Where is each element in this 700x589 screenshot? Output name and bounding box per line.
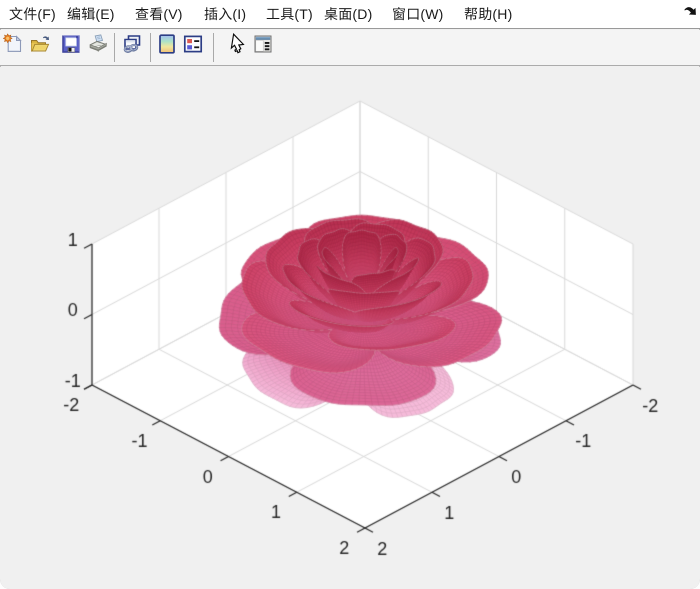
insert-legend-button[interactable] (182, 33, 204, 55)
toolbar-separator (150, 33, 151, 62)
new-figure-button[interactable] (3, 33, 25, 55)
edit-plot-button[interactable] (227, 33, 249, 55)
menu-help[interactable]: 帮助(H) (464, 0, 512, 28)
toolbar-separator (114, 33, 115, 62)
menu-window[interactable]: 窗口(W) (392, 0, 444, 28)
figure-toolbar (0, 30, 700, 66)
toolbar-separator (213, 33, 214, 62)
menu-desktop[interactable]: 桌面(D) (324, 0, 372, 28)
menu-file[interactable]: 文件(F) (9, 0, 56, 28)
link-plot-button[interactable] (121, 33, 143, 55)
matlab-figure-window: 文件(F) 编辑(E) 查看(V) 插入(I) 工具(T) 桌面(D) 窗口(W… (0, 0, 700, 589)
menu-tools[interactable]: 工具(T) (266, 0, 313, 28)
rose-3d-plot[interactable] (0, 67, 700, 589)
property-inspector-button[interactable] (252, 33, 274, 55)
edit-plot-icon (227, 33, 249, 55)
menu-insert[interactable]: 插入(I) (204, 0, 246, 28)
figure-canvas[interactable] (0, 67, 700, 589)
save-figure-icon (60, 33, 82, 55)
menu-view[interactable]: 查看(V) (135, 0, 183, 28)
open-file-icon (29, 33, 51, 55)
menu-edit[interactable]: 编辑(E) (67, 0, 115, 28)
insert-colorbar-button[interactable] (156, 33, 178, 55)
open-file-button[interactable] (29, 33, 51, 55)
dock-figure-icon[interactable] (683, 4, 697, 18)
property-inspector-icon (252, 33, 274, 55)
save-figure-button[interactable] (60, 33, 82, 55)
print-figure-button[interactable] (87, 33, 109, 55)
new-figure-icon (3, 33, 25, 55)
print-figure-icon (87, 33, 109, 55)
insert-legend-icon (182, 33, 204, 55)
menu-bar: 文件(F) 编辑(E) 查看(V) 插入(I) 工具(T) 桌面(D) 窗口(W… (0, 0, 700, 29)
insert-colorbar-icon (156, 33, 178, 55)
link-plot-icon (121, 33, 143, 55)
